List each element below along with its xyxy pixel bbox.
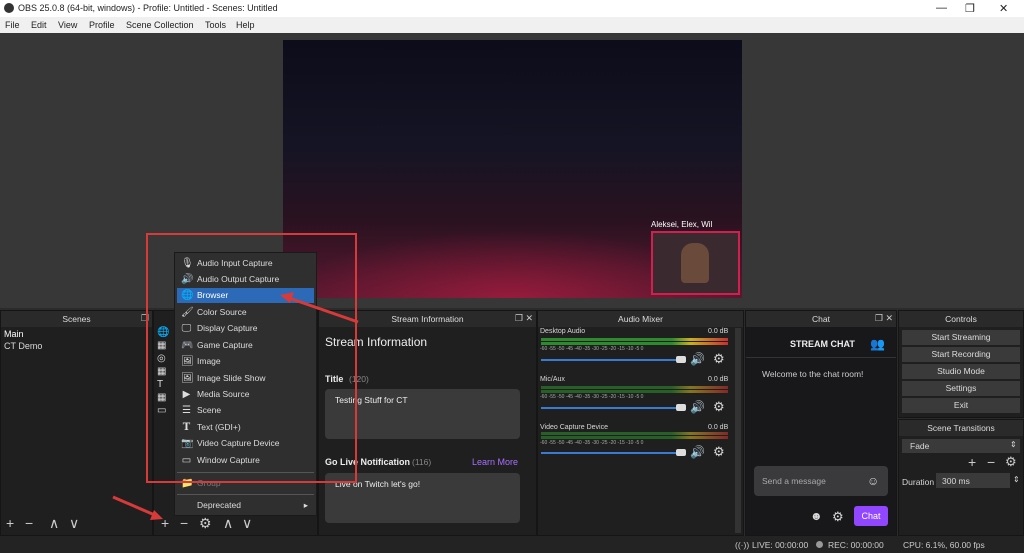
rec-status: REC: 00:00:00: [828, 540, 884, 550]
status-bar: ((·)) LIVE: 00:00:00 REC: 00:00:00 CPU: …: [0, 536, 1024, 553]
arrow-head: [280, 292, 294, 303]
live-icon: ((·)): [735, 540, 750, 550]
arrow-to-browser: [285, 295, 359, 324]
rec-dot-icon: [816, 541, 823, 548]
live-status: LIVE: 00:00:00: [752, 540, 809, 550]
cpu-status: CPU: 6.1%, 60.00 fps: [903, 540, 985, 550]
annotation-arrows: [112, 292, 359, 520]
arrow-to-add-button: [112, 495, 158, 518]
